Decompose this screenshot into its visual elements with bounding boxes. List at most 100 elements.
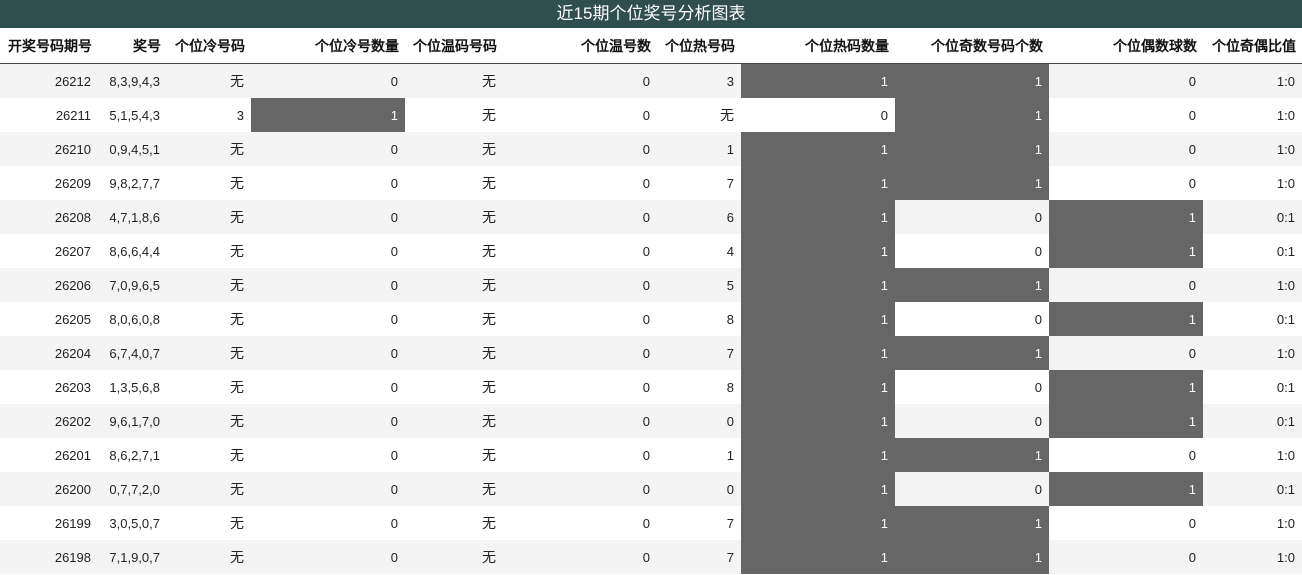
numbers-cell: 1,3,5,6,8 xyxy=(98,370,167,404)
warm-count-cell: 0 xyxy=(503,63,657,98)
table-row: 26202 9,6,1,7,0 无 0 无 0 0 1 0 1 0:1 xyxy=(0,404,1302,438)
cold-number-cell: 无 xyxy=(167,438,251,472)
table-header: 开奖号码期号 奖号 个位冷号码 个位冷号数量 个位温码号码 个位温号数 个位热号… xyxy=(0,28,1302,64)
issue-cell: 26202 xyxy=(0,404,98,438)
odd-even-ratio-cell: 1:0 xyxy=(1203,98,1302,132)
hot-count-cell: 1 xyxy=(741,200,895,234)
odd-count-cell: 1 xyxy=(895,98,1049,132)
hot-count-cell: 1 xyxy=(741,472,895,506)
table-row: 26199 3,0,5,0,7 无 0 无 0 7 1 1 0 1:0 xyxy=(0,506,1302,540)
cold-number-cell: 3 xyxy=(167,98,251,132)
warm-number-cell: 无 xyxy=(405,268,503,302)
col-header-hot-number[interactable]: 个位热号码 xyxy=(657,28,741,64)
hot-number-cell: 6 xyxy=(657,200,741,234)
issue-cell: 26208 xyxy=(0,200,98,234)
hot-number-cell: 1 xyxy=(657,438,741,472)
warm-count-cell: 0 xyxy=(503,404,657,438)
table-row: 26201 8,6,2,7,1 无 0 无 0 1 1 1 0 1:0 xyxy=(0,438,1302,472)
numbers-cell: 3,0,5,0,7 xyxy=(98,506,167,540)
odd-even-ratio-cell: 0:1 xyxy=(1203,234,1302,268)
issue-cell: 26204 xyxy=(0,336,98,370)
odd-count-cell: 1 xyxy=(895,540,1049,574)
issue-cell: 26212 xyxy=(0,63,98,98)
odd-count-cell: 1 xyxy=(895,438,1049,472)
warm-number-cell: 无 xyxy=(405,438,503,472)
col-header-cold-count[interactable]: 个位冷号数量 xyxy=(251,28,405,64)
warm-count-cell: 0 xyxy=(503,268,657,302)
issue-cell: 26205 xyxy=(0,302,98,336)
odd-even-ratio-cell: 0:1 xyxy=(1203,404,1302,438)
table-row: 26200 0,7,7,2,0 无 0 无 0 0 1 0 1 0:1 xyxy=(0,472,1302,506)
warm-number-cell: 无 xyxy=(405,234,503,268)
odd-even-ratio-cell: 1:0 xyxy=(1203,540,1302,574)
col-header-even-count[interactable]: 个位偶数球数 xyxy=(1049,28,1203,64)
hot-number-cell: 5 xyxy=(657,268,741,302)
warm-number-cell: 无 xyxy=(405,132,503,166)
cold-count-cell: 0 xyxy=(251,132,405,166)
col-header-hot-count[interactable]: 个位热码数量 xyxy=(741,28,895,64)
issue-cell: 26199 xyxy=(0,506,98,540)
table-row: 26198 7,1,9,0,7 无 0 无 0 7 1 1 0 1:0 xyxy=(0,540,1302,574)
col-header-issue[interactable]: 开奖号码期号 xyxy=(0,28,98,64)
cold-count-cell: 0 xyxy=(251,438,405,472)
issue-cell: 26198 xyxy=(0,540,98,574)
table-row: 26212 8,3,9,4,3 无 0 无 0 3 1 1 0 1:0 xyxy=(0,63,1302,98)
odd-even-ratio-cell: 0:1 xyxy=(1203,370,1302,404)
hot-count-cell: 1 xyxy=(741,540,895,574)
col-header-warm-number[interactable]: 个位温码号码 xyxy=(405,28,503,64)
numbers-cell: 4,7,1,8,6 xyxy=(98,200,167,234)
warm-number-cell: 无 xyxy=(405,302,503,336)
odd-even-ratio-cell: 1:0 xyxy=(1203,506,1302,540)
warm-count-cell: 0 xyxy=(503,506,657,540)
col-header-cold-number[interactable]: 个位冷号码 xyxy=(167,28,251,64)
warm-number-cell: 无 xyxy=(405,98,503,132)
warm-count-cell: 0 xyxy=(503,166,657,200)
hot-count-cell: 1 xyxy=(741,268,895,302)
warm-number-cell: 无 xyxy=(405,336,503,370)
issue-cell: 26201 xyxy=(0,438,98,472)
cold-count-cell: 0 xyxy=(251,506,405,540)
numbers-cell: 0,7,7,2,0 xyxy=(98,472,167,506)
numbers-cell: 8,0,6,0,8 xyxy=(98,302,167,336)
col-header-numbers[interactable]: 奖号 xyxy=(98,28,167,64)
even-count-cell: 0 xyxy=(1049,438,1203,472)
even-count-cell: 1 xyxy=(1049,472,1203,506)
warm-number-cell: 无 xyxy=(405,166,503,200)
even-count-cell: 1 xyxy=(1049,234,1203,268)
numbers-cell: 9,8,2,7,7 xyxy=(98,166,167,200)
numbers-cell: 8,3,9,4,3 xyxy=(98,63,167,98)
numbers-cell: 5,1,5,4,3 xyxy=(98,98,167,132)
hot-number-cell: 8 xyxy=(657,370,741,404)
cold-count-cell: 0 xyxy=(251,268,405,302)
issue-cell: 26206 xyxy=(0,268,98,302)
even-count-cell: 0 xyxy=(1049,98,1203,132)
cold-number-cell: 无 xyxy=(167,472,251,506)
cold-count-cell: 1 xyxy=(251,98,405,132)
numbers-cell: 8,6,6,4,4 xyxy=(98,234,167,268)
warm-count-cell: 0 xyxy=(503,472,657,506)
cold-count-cell: 0 xyxy=(251,63,405,98)
warm-number-cell: 无 xyxy=(405,404,503,438)
header-row: 开奖号码期号 奖号 个位冷号码 个位冷号数量 个位温码号码 个位温号数 个位热号… xyxy=(0,28,1302,64)
odd-even-ratio-cell: 1:0 xyxy=(1203,63,1302,98)
odd-even-ratio-cell: 0:1 xyxy=(1203,472,1302,506)
warm-count-cell: 0 xyxy=(503,302,657,336)
hot-count-cell: 1 xyxy=(741,438,895,472)
hot-number-cell: 7 xyxy=(657,336,741,370)
col-header-odd-even-ratio[interactable]: 个位奇偶比值 xyxy=(1203,28,1302,64)
cold-number-cell: 无 xyxy=(167,370,251,404)
hot-number-cell: 3 xyxy=(657,63,741,98)
hot-number-cell: 4 xyxy=(657,234,741,268)
col-header-odd-count[interactable]: 个位奇数号码个数 xyxy=(895,28,1049,64)
cold-count-cell: 0 xyxy=(251,166,405,200)
col-header-warm-count[interactable]: 个位温号数 xyxy=(503,28,657,64)
issue-cell: 26209 xyxy=(0,166,98,200)
cold-count-cell: 0 xyxy=(251,302,405,336)
odd-even-ratio-cell: 1:0 xyxy=(1203,132,1302,166)
warm-count-cell: 0 xyxy=(503,540,657,574)
table-row: 26203 1,3,5,6,8 无 0 无 0 8 1 0 1 0:1 xyxy=(0,370,1302,404)
hot-count-cell: 1 xyxy=(741,63,895,98)
table-row: 26207 8,6,6,4,4 无 0 无 0 4 1 0 1 0:1 xyxy=(0,234,1302,268)
even-count-cell: 0 xyxy=(1049,132,1203,166)
cold-count-cell: 0 xyxy=(251,200,405,234)
